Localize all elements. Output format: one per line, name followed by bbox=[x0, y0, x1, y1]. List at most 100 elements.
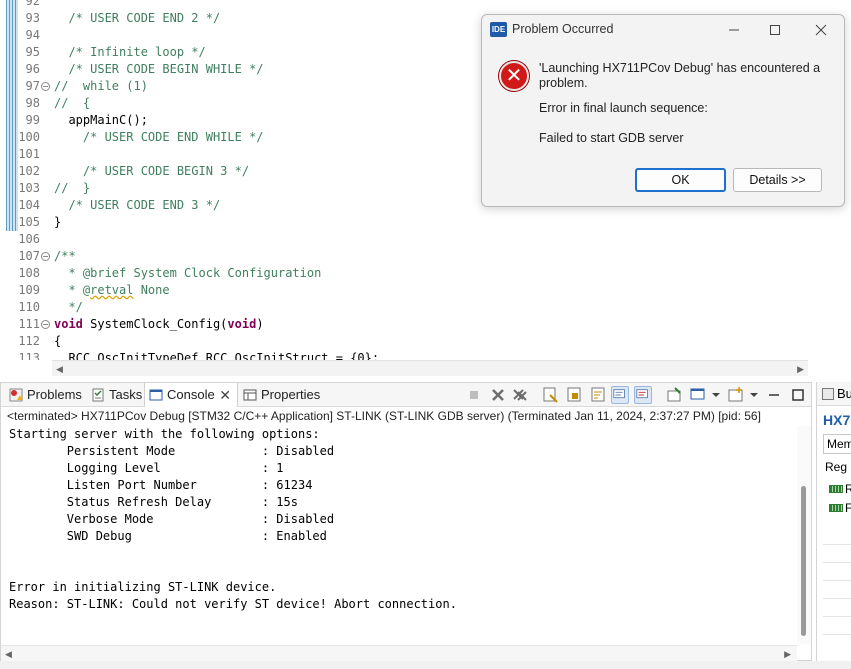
chevron-down-icon[interactable] bbox=[707, 386, 725, 404]
code-token: * @ bbox=[54, 283, 91, 297]
memory-region-row[interactable]: F bbox=[829, 501, 851, 515]
editor-horizontal-scrollbar[interactable]: ◀ ▶ bbox=[52, 360, 808, 376]
code-line[interactable]: 106 bbox=[0, 231, 808, 248]
console-output[interactable]: Starting server with the following optio… bbox=[9, 426, 799, 613]
code-text: // } bbox=[54, 180, 90, 197]
memory-region-row[interactable]: R bbox=[829, 482, 851, 496]
code-text: RCC_OscInitTypeDef RCC_OscInitStruct = {… bbox=[54, 350, 379, 360]
tasks-icon bbox=[92, 388, 104, 402]
line-number: 105 bbox=[18, 215, 40, 229]
tab-tasks-label: Tasks bbox=[109, 387, 143, 402]
code-text: // { bbox=[54, 95, 90, 112]
line-number: 92 bbox=[25, 0, 40, 8]
code-line[interactable]: 110 */ bbox=[0, 299, 808, 316]
word-wrap-icon[interactable] bbox=[589, 386, 607, 404]
code-line[interactable]: 113 RCC_OscInitTypeDef RCC_OscInitStruct… bbox=[0, 350, 808, 360]
line-number: 106 bbox=[18, 232, 40, 246]
code-text: appMainC(); bbox=[54, 112, 147, 129]
terminate-icon[interactable] bbox=[465, 386, 483, 404]
tab-tasks[interactable]: Tasks bbox=[87, 383, 143, 407]
console-output-line: Verbose Mode : Disabled bbox=[9, 512, 335, 526]
tab-console[interactable]: Console ✕ bbox=[144, 383, 238, 407]
minimize-window-icon[interactable] bbox=[721, 19, 747, 41]
console-horizontal-scrollbar[interactable]: ◀ ▶ bbox=[1, 645, 797, 661]
build-analyzer-icon bbox=[822, 388, 834, 400]
line-number: 104 bbox=[18, 198, 40, 212]
console-output-line: Persistent Mode : Disabled bbox=[9, 444, 335, 458]
error-icon: ✕ bbox=[499, 61, 529, 91]
line-number: 112 bbox=[18, 334, 40, 348]
console-output-line: Listen Port Number : 61234 bbox=[9, 478, 313, 492]
scroll-right-icon[interactable]: ▶ bbox=[797, 364, 804, 375]
scroll-left-icon[interactable]: ◀ bbox=[56, 364, 63, 375]
code-token: /* Infinite loop */ bbox=[54, 45, 206, 59]
line-number: 94 bbox=[25, 28, 40, 42]
scroll-left-icon[interactable]: ◀ bbox=[5, 649, 12, 660]
console-icon bbox=[149, 389, 163, 401]
line-number: 97 bbox=[25, 79, 40, 93]
scroll-lock-icon[interactable] bbox=[565, 386, 583, 404]
code-token: None bbox=[133, 283, 170, 297]
memory-icon bbox=[829, 485, 843, 493]
tab-problems[interactable]: Problems bbox=[5, 383, 83, 407]
dialog-detail-line-1: Error in final launch sequence: bbox=[539, 101, 708, 115]
display-console-icon[interactable] bbox=[689, 386, 707, 404]
tab-build-analyzer[interactable]: Bu bbox=[817, 382, 851, 406]
minimize-icon[interactable] bbox=[765, 386, 783, 404]
dialog-title: Problem Occurred bbox=[512, 22, 614, 36]
line-number: 98 bbox=[25, 96, 40, 110]
line-number: 95 bbox=[25, 45, 40, 59]
console-output-line: Reason: ST-LINK: Could not verify ST dev… bbox=[9, 597, 457, 611]
line-number: 103 bbox=[18, 181, 40, 195]
console-status-line: <terminated> HX711PCov Debug [STM32 C/C+… bbox=[7, 409, 761, 423]
ok-button[interactable]: OK bbox=[635, 168, 726, 192]
chevron-down-icon[interactable] bbox=[745, 386, 763, 404]
show-on-stdout-icon[interactable] bbox=[611, 386, 629, 404]
code-token: // { bbox=[54, 96, 91, 110]
remove-all-terminated-icon[interactable] bbox=[511, 386, 529, 404]
code-line[interactable]: 109 * @retval None bbox=[0, 282, 808, 299]
tab-memory-regions[interactable]: Mem bbox=[823, 434, 851, 454]
console-output-line: Starting server with the following optio… bbox=[9, 427, 320, 441]
line-number: 100 bbox=[18, 130, 40, 144]
code-text: * @brief System Clock Configuration bbox=[54, 265, 321, 282]
line-number: 99 bbox=[25, 113, 40, 127]
code-line[interactable]: 107−/** bbox=[0, 248, 808, 265]
clear-console-icon[interactable] bbox=[541, 386, 559, 404]
memory-icon bbox=[829, 504, 843, 512]
maximize-window-icon[interactable] bbox=[762, 19, 788, 41]
code-token: SystemClock_Config( bbox=[82, 317, 228, 331]
code-line[interactable]: 108 * @brief System Clock Configuration bbox=[0, 265, 808, 282]
open-console-icon[interactable] bbox=[727, 386, 745, 404]
code-line[interactable]: 105} bbox=[0, 214, 808, 231]
show-on-stderr-icon[interactable] bbox=[634, 386, 652, 404]
tab-properties[interactable]: Properties bbox=[239, 383, 320, 407]
memory-region-label: F bbox=[845, 501, 851, 515]
dialog-message: 'Launching HX711PCov Debug' has encounte… bbox=[539, 61, 821, 90]
fold-toggle-icon[interactable]: − bbox=[41, 320, 50, 329]
scrollbar-thumb[interactable] bbox=[801, 486, 806, 636]
code-text: } bbox=[54, 214, 61, 231]
details-button[interactable]: Details >> bbox=[733, 168, 822, 192]
close-window-icon[interactable] bbox=[808, 19, 834, 41]
console-output-line: Status Refresh Delay : 15s bbox=[9, 495, 298, 509]
fold-toggle-icon[interactable]: − bbox=[41, 82, 50, 91]
status-bar bbox=[0, 661, 851, 669]
pin-console-icon[interactable] bbox=[665, 386, 683, 404]
code-line[interactable]: 92 bbox=[0, 0, 808, 10]
line-number: 93 bbox=[25, 11, 40, 25]
code-text: { bbox=[54, 333, 61, 350]
console-vertical-scrollbar[interactable] bbox=[797, 426, 811, 644]
fold-toggle-icon[interactable]: − bbox=[41, 252, 50, 261]
code-token: } bbox=[54, 215, 62, 229]
code-token: /* USER CODE END WHILE */ bbox=[54, 130, 264, 144]
scroll-right-icon[interactable]: ▶ bbox=[784, 649, 791, 660]
remove-launch-icon[interactable] bbox=[489, 386, 507, 404]
code-line[interactable]: 111− void SystemClock_Config(void) bbox=[0, 316, 808, 333]
code-text: void SystemClock_Config(void) bbox=[54, 316, 264, 333]
maximize-icon[interactable] bbox=[789, 386, 807, 404]
close-icon[interactable]: ✕ bbox=[219, 383, 231, 407]
code-text: /* USER CODE END 2 */ bbox=[54, 10, 220, 27]
code-line[interactable]: 112 { bbox=[0, 333, 808, 350]
line-number: 113 bbox=[18, 351, 40, 360]
